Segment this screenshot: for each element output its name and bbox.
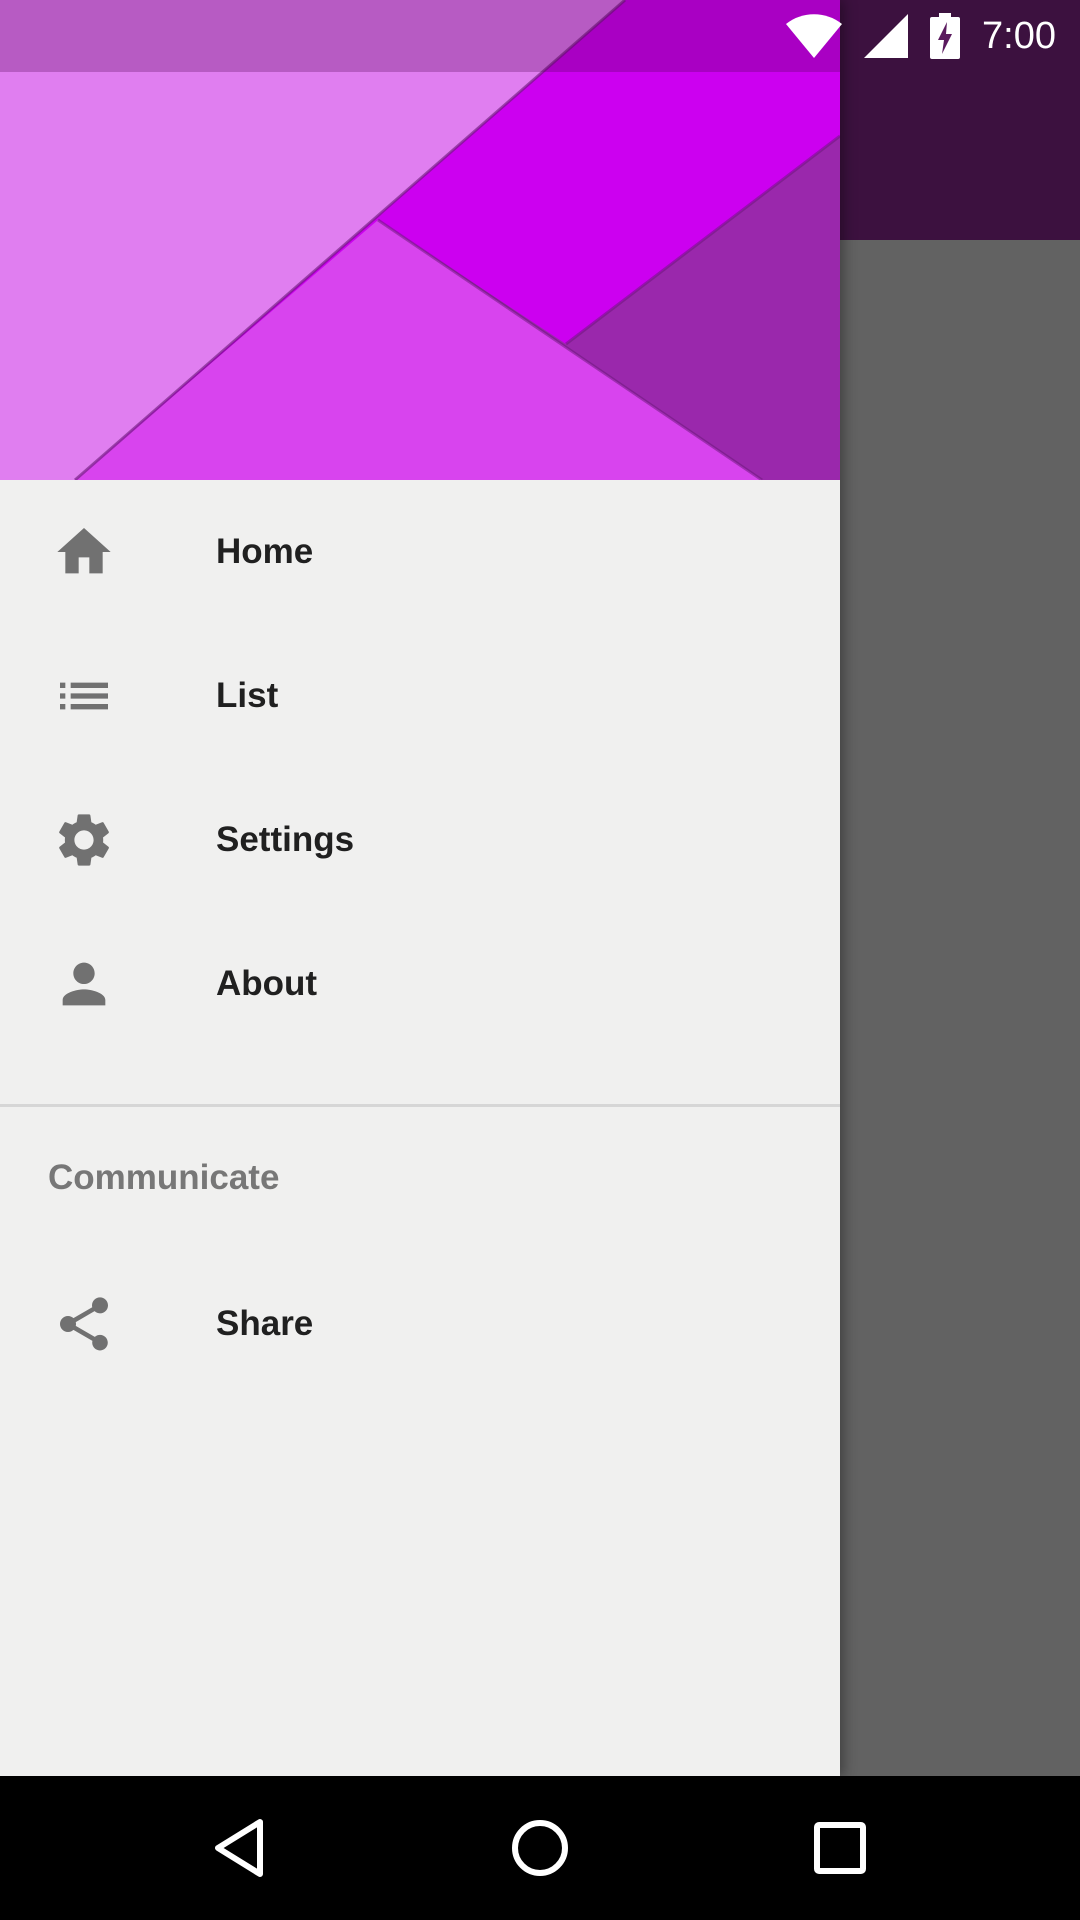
home-icon [48, 516, 120, 588]
menu-item-label: About [216, 964, 318, 1003]
menu-item-settings[interactable]: Settings [0, 768, 840, 912]
back-icon[interactable] [192, 1800, 288, 1896]
menu-item-home[interactable]: Home [0, 480, 840, 624]
settings-gear-icon [48, 804, 120, 876]
menu-item-share[interactable]: Share [0, 1252, 840, 1396]
drawer-header-image [0, 0, 840, 480]
battery-charging-icon [930, 13, 961, 59]
recents-square-icon[interactable] [792, 1800, 888, 1896]
person-icon [48, 948, 120, 1020]
menu-item-label: Settings [216, 820, 355, 859]
menu-item-label: List [216, 676, 279, 715]
menu-item-label: Share [216, 1304, 314, 1343]
menu-divider [0, 1104, 840, 1107]
navigation-drawer: Home List Settings About Communicate Sha… [0, 0, 840, 1776]
menu-item-label: Home [216, 532, 314, 571]
cell-signal-icon [864, 14, 909, 58]
menu-item-list[interactable]: List [0, 624, 840, 768]
wifi-icon [786, 14, 843, 58]
status-time: 7:00 [982, 14, 1056, 57]
section-title-communicate: Communicate [48, 1158, 280, 1197]
list-icon [48, 660, 120, 732]
drawer-menu: Home List Settings About [0, 480, 840, 1056]
share-icon [48, 1288, 120, 1360]
home-circle-icon[interactable] [492, 1800, 588, 1896]
status-bar: 7:00 [0, 0, 1080, 72]
status-bar-tint [0, 0, 840, 72]
system-nav-bar [0, 1776, 1080, 1920]
menu-item-about[interactable]: About [0, 912, 840, 1056]
